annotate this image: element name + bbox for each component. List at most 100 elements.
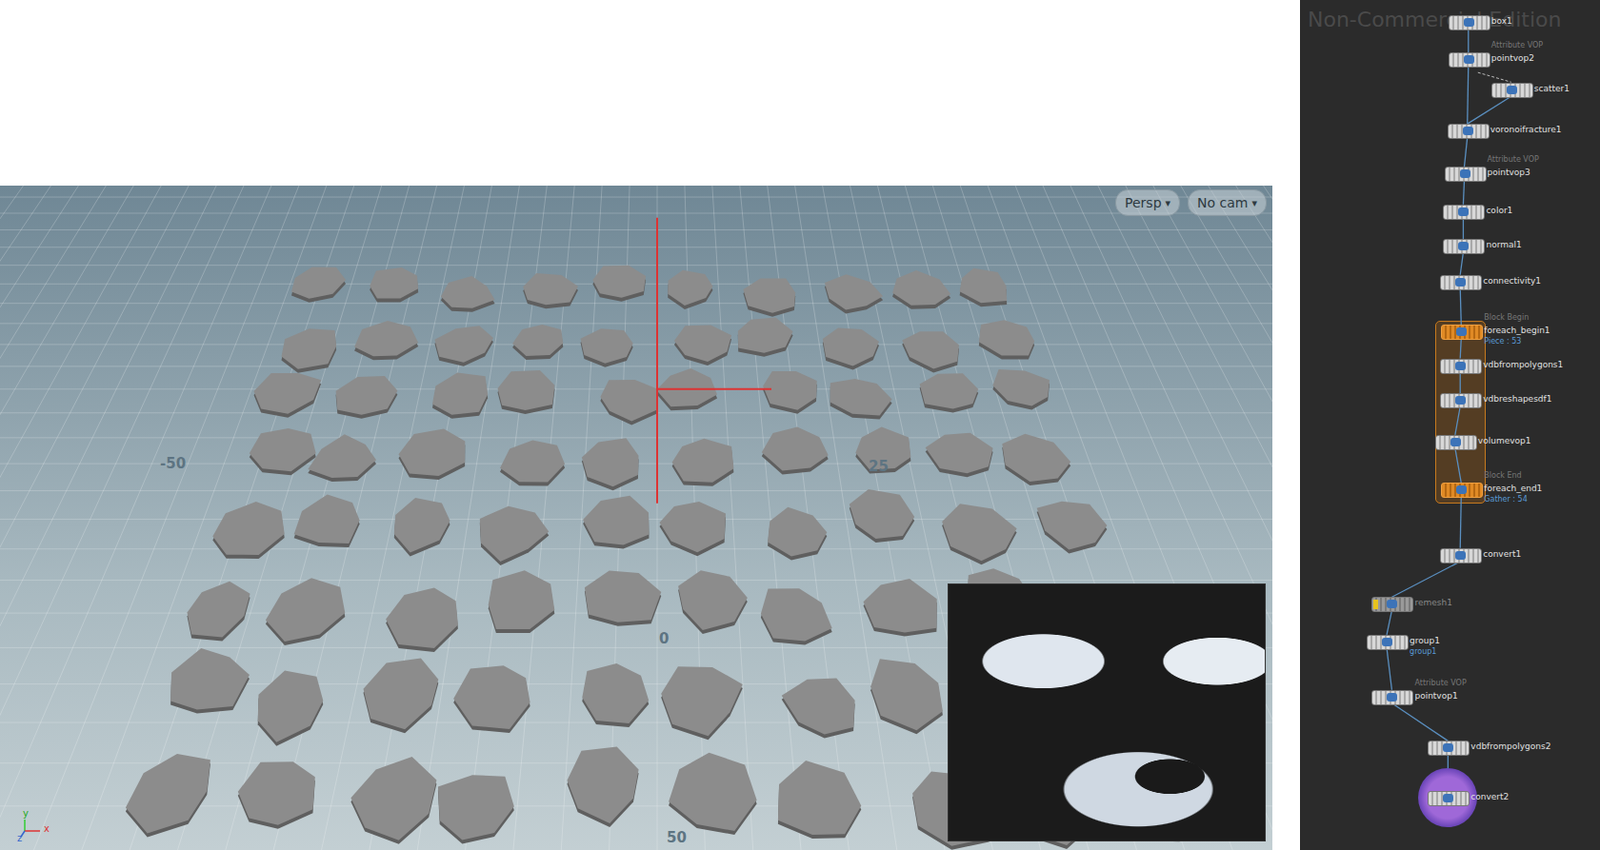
- node-label: Attribute VOPpointvop3: [1487, 165, 1531, 180]
- wire: [1460, 288, 1461, 326]
- node-label: remesh1: [1414, 596, 1452, 610]
- node-label: vdbreshapesdf1: [1482, 392, 1552, 406]
- fracture-piece: [660, 666, 743, 740]
- fracture-piece: [369, 267, 419, 303]
- node-icon: [1458, 207, 1469, 217]
- camera-menu-button[interactable]: Persp▾: [1115, 189, 1180, 217]
- node-tile[interactable]: [1435, 435, 1478, 451]
- fracture-piece: [212, 501, 284, 560]
- node-icon: [1381, 638, 1393, 647]
- grid-line: [0, 365, 1273, 367]
- fracture-piece: [281, 328, 338, 374]
- fracture-piece: [394, 498, 451, 557]
- node-icon: [1450, 438, 1461, 447]
- grid-line: [0, 185, 64, 850]
- axis-label: 0: [659, 630, 669, 648]
- fracture-piece: [600, 380, 659, 426]
- fracture-piece: [363, 659, 440, 735]
- grid-line: [0, 185, 172, 850]
- scene-viewport[interactable]: -5025050Persp▾No cam▾yxz: [0, 185, 1273, 850]
- camera-menus: Persp▾No cam▾: [1115, 189, 1267, 217]
- node-tile[interactable]: [1371, 690, 1414, 706]
- node-tile[interactable]: [1442, 239, 1485, 255]
- wire: [1455, 406, 1460, 436]
- node-tile[interactable]: [1371, 597, 1414, 613]
- grid-line: [0, 185, 307, 850]
- node-tile[interactable]: [1427, 740, 1470, 757]
- node-label: vdbfrompolygons1: [1482, 358, 1563, 372]
- node-label: connectivity1: [1482, 274, 1541, 288]
- fracture-piece: [668, 753, 758, 836]
- fracture-piece: [522, 273, 579, 309]
- fracture-piece: [291, 267, 346, 303]
- node-tile[interactable]: [1440, 393, 1482, 409]
- network-editor[interactable]: Non-Commercial Editionbox1Attribute VOPp…: [1300, 0, 1600, 850]
- node-icon: [1455, 396, 1466, 405]
- fracture-piece: [892, 270, 951, 310]
- fracture-piece: [920, 373, 980, 413]
- fracture-piece: [480, 506, 550, 566]
- fracture-piece: [432, 373, 488, 420]
- node-tile[interactable]: [1440, 275, 1482, 291]
- fracture-piece: [584, 570, 661, 626]
- fracture-piece: [667, 270, 713, 310]
- grid-line: [0, 264, 1273, 266]
- node-icon: [1455, 361, 1466, 371]
- node-tile[interactable]: [1427, 791, 1470, 807]
- wire: [1464, 137, 1468, 167]
- fracture-piece: [674, 324, 732, 366]
- wire: [1460, 338, 1461, 359]
- fracture-piece: [660, 501, 727, 557]
- node-label: voronoifracture1: [1490, 122, 1562, 137]
- fracture-piece: [498, 370, 556, 415]
- node-tile[interactable]: [1440, 548, 1482, 564]
- grid-line: [0, 185, 200, 850]
- node-tile[interactable]: [1447, 123, 1490, 140]
- reference-wire: [1478, 72, 1512, 82]
- fracture-piece: [960, 268, 1008, 308]
- fracture-piece: [672, 439, 735, 487]
- wire: [1467, 65, 1469, 124]
- fracture-piece: [824, 274, 883, 314]
- fracture-piece: [354, 320, 419, 360]
- fracture-piece: [581, 438, 640, 491]
- node-tile[interactable]: [1491, 82, 1534, 99]
- y-axis-line: [656, 218, 659, 504]
- node-tile[interactable]: [1448, 15, 1491, 31]
- node-tile[interactable]: [1440, 482, 1483, 499]
- fracture-piece: [1037, 501, 1108, 555]
- fracture-piece: [567, 747, 640, 829]
- fracture-piece: [512, 324, 563, 360]
- divider: [1272, 0, 1300, 850]
- node-label: scatter1: [1534, 81, 1570, 96]
- node-tile[interactable]: [1440, 324, 1483, 340]
- node-tile[interactable]: [1442, 204, 1485, 220]
- wire: [1386, 648, 1392, 691]
- fracture-piece: [500, 440, 565, 487]
- fracture-piece: [742, 278, 796, 317]
- node-tile[interactable]: [1440, 359, 1482, 375]
- camera-menu-button[interactable]: No cam▾: [1187, 189, 1267, 217]
- node-label: Attribute VOPpointvop2: [1491, 51, 1535, 65]
- fracture-piece: [941, 503, 1018, 565]
- node-tile[interactable]: [1366, 635, 1409, 651]
- node-tile[interactable]: [1448, 52, 1491, 68]
- fracture-piece: [385, 588, 459, 654]
- fracture-piece: [678, 570, 748, 635]
- x-axis-line: [657, 388, 772, 391]
- node-label: Block Endforeach_end1Gather : 54: [1483, 481, 1542, 504]
- grid-line: [738, 185, 827, 850]
- grid-line: [0, 229, 1273, 231]
- grid-line: [261, 185, 469, 850]
- node-label: convert2: [1470, 790, 1509, 804]
- fracture-piece: [870, 659, 943, 735]
- node-tile[interactable]: [1444, 166, 1487, 182]
- fracture-piece: [580, 328, 634, 368]
- fracture-piece: [592, 265, 646, 302]
- grid-line: [0, 185, 119, 850]
- grid-line: [0, 343, 1273, 345]
- node-icon: [1386, 693, 1398, 702]
- grid-line: [0, 185, 145, 850]
- wire: [1460, 252, 1463, 276]
- grid-line: [0, 185, 10, 850]
